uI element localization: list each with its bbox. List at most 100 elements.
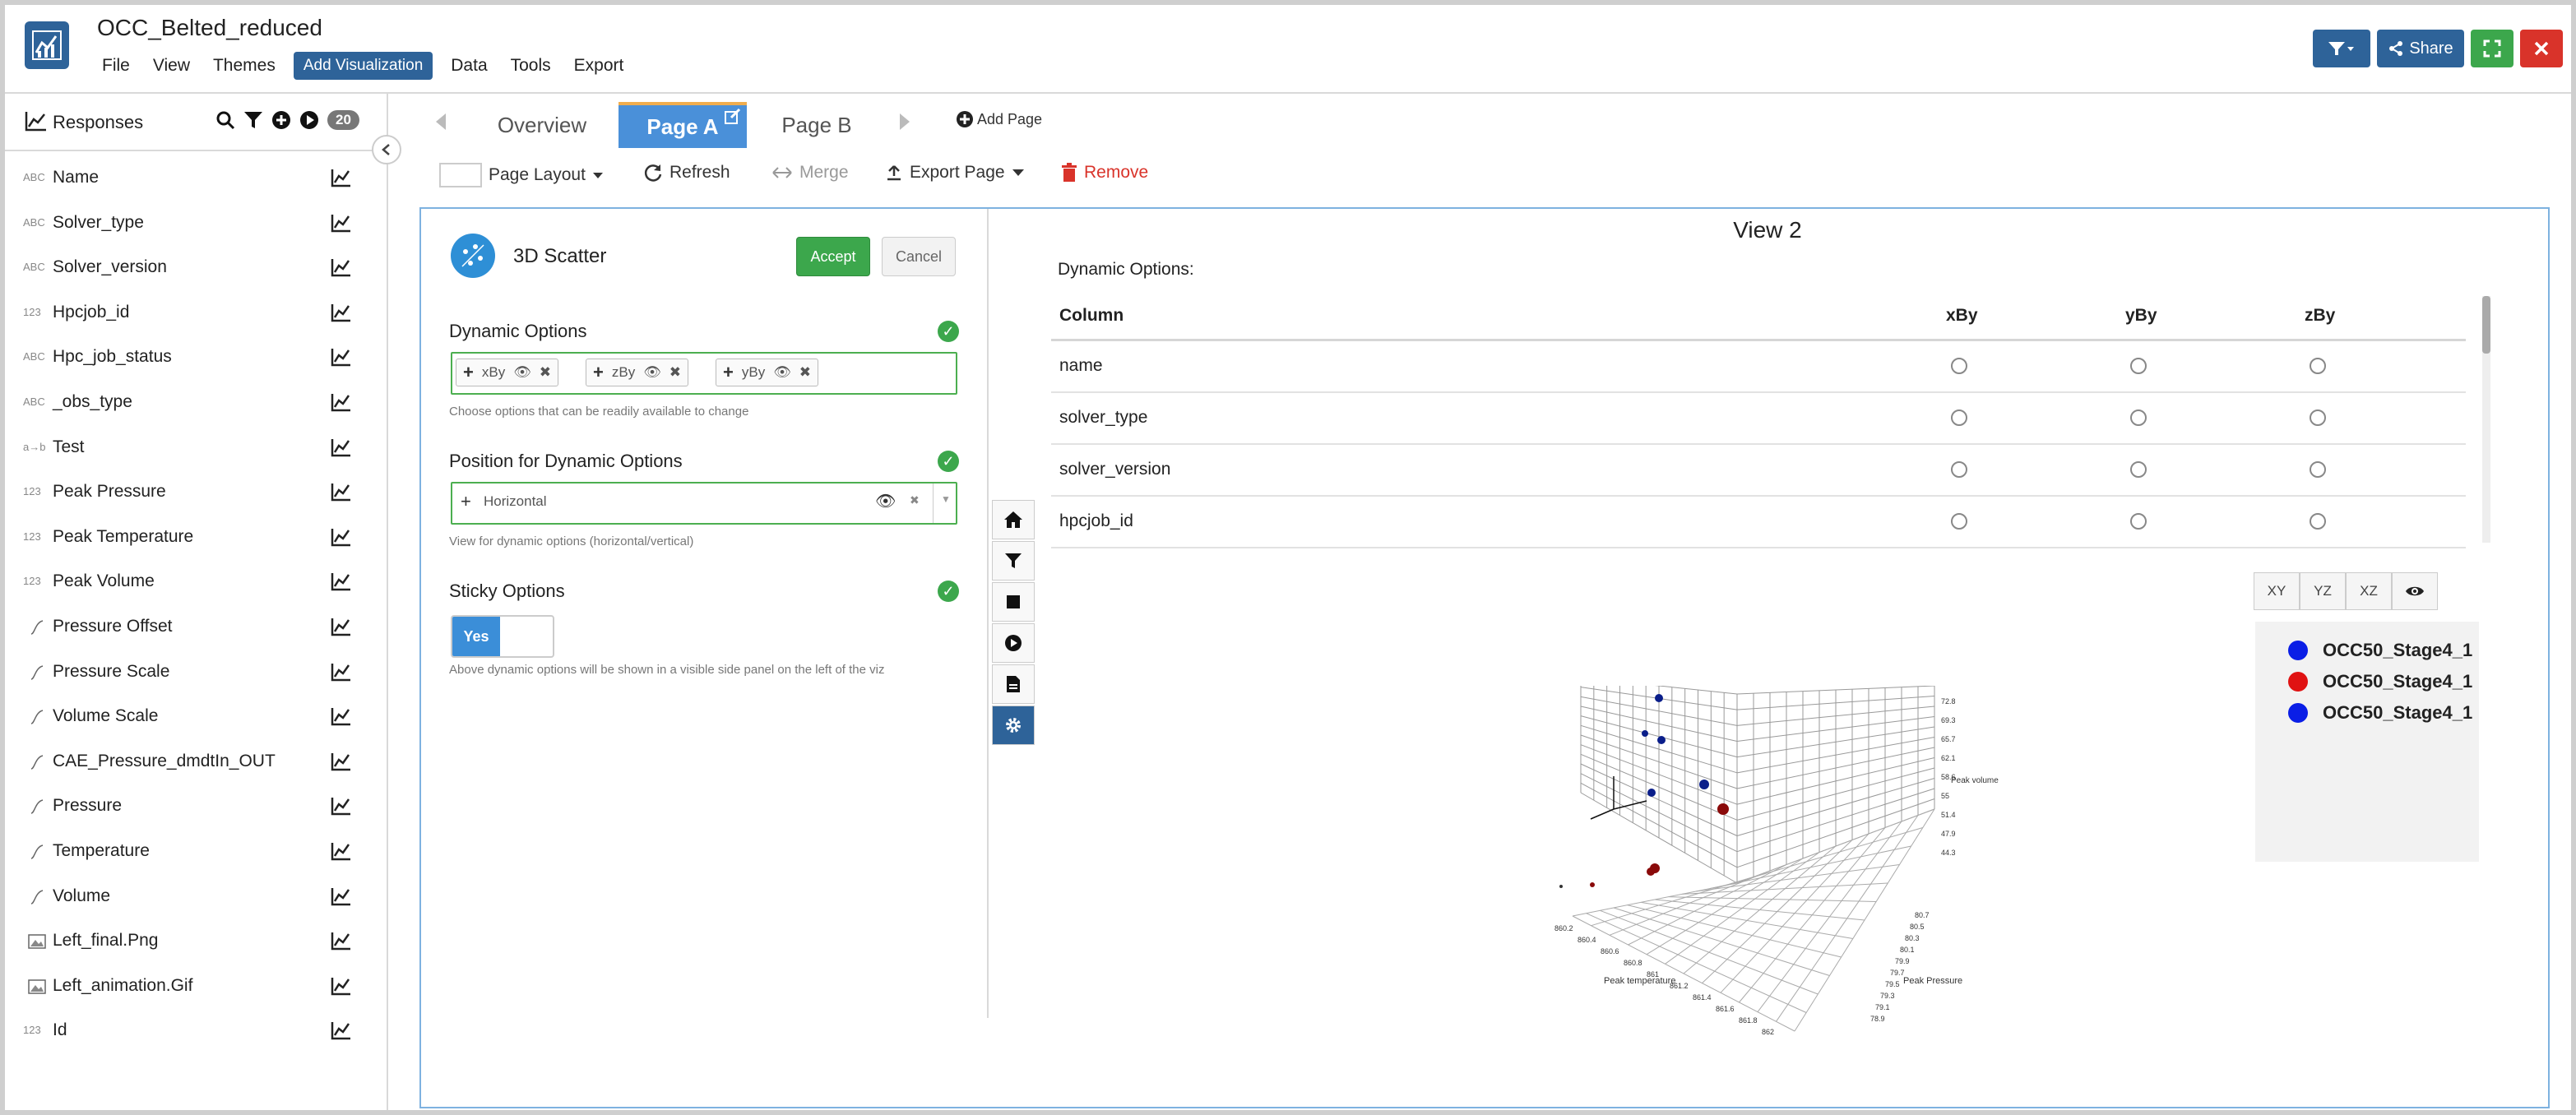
add-page-button[interactable]: Add Page xyxy=(956,110,1042,128)
sidebar-item[interactable]: 123 Id xyxy=(5,1009,387,1054)
menu-export[interactable]: Export xyxy=(563,51,636,81)
tab-page-a[interactable]: Page A xyxy=(619,102,747,148)
chip-xby[interactable]: + xBy 👁 ✖ xyxy=(456,359,559,386)
sidebar-item[interactable]: Pressure Scale xyxy=(5,650,387,696)
sticky-options-toggle[interactable]: Yes xyxy=(451,615,554,658)
radio-xby[interactable] xyxy=(1951,409,1967,426)
refresh-button[interactable]: Refresh xyxy=(643,163,730,183)
chip-yby[interactable]: + yBy 👁 ✖ xyxy=(716,359,819,386)
radio-zby[interactable] xyxy=(2310,358,2326,374)
radio-yby[interactable] xyxy=(2130,409,2147,426)
dynamic-options-input[interactable]: + xBy 👁 ✖ + zBy 👁 ✖ + yBy 👁 ✖ xyxy=(451,352,957,395)
menu-themes[interactable]: Themes xyxy=(202,51,287,81)
position-select[interactable]: + Horizontal 👁 ✖ ▼ xyxy=(451,482,957,525)
scrollbar-thumb[interactable] xyxy=(2482,296,2490,354)
edit-icon[interactable] xyxy=(724,107,742,125)
data-point[interactable] xyxy=(1647,789,1656,797)
menu-file[interactable]: File xyxy=(97,51,141,81)
radio-xby[interactable] xyxy=(1951,513,1967,530)
search-icon[interactable] xyxy=(215,110,235,130)
sidebar-item[interactable]: Volume Scale xyxy=(5,695,387,740)
sidebar-item[interactable]: 123 Hpcjob_id xyxy=(5,291,387,336)
chip-zby[interactable]: + zBy 👁 ✖ xyxy=(586,359,689,386)
3d-scatter-canvas[interactable]: 72.869.365.762.158.65551.447.944.3860.28… xyxy=(1540,677,2000,1056)
data-point[interactable] xyxy=(1699,780,1709,789)
line-chart-icon[interactable] xyxy=(331,976,352,996)
line-chart-icon[interactable] xyxy=(331,213,352,233)
radio-yby[interactable] xyxy=(2130,513,2147,530)
tab-overview[interactable]: Overview xyxy=(467,102,617,148)
sidebar-item[interactable]: CAE_Pressure_dmdtIn_OUT xyxy=(5,740,387,785)
remove-chip-icon[interactable]: ✖ xyxy=(799,364,811,381)
merge-button[interactable]: Merge xyxy=(771,163,849,183)
remove-chip-icon[interactable]: ✖ xyxy=(540,364,551,381)
legend-item[interactable]: OCC50_Stage4_1 xyxy=(2288,702,2472,724)
xy-view-button[interactable]: XY xyxy=(2254,572,2300,610)
data-point[interactable] xyxy=(1642,730,1648,737)
line-chart-icon[interactable] xyxy=(331,1020,352,1040)
table-scrollbar[interactable] xyxy=(2482,296,2490,543)
sidebar-item[interactable]: Pressure Offset xyxy=(5,605,387,650)
sidebar-item[interactable]: 123 Peak Pressure xyxy=(5,470,387,516)
visibility-button[interactable] xyxy=(2392,572,2438,610)
filter-dropdown-button[interactable] xyxy=(2313,30,2370,67)
sidebar-item[interactable]: ABC Name xyxy=(5,156,387,201)
line-chart-icon[interactable] xyxy=(331,706,352,726)
line-chart-icon[interactable] xyxy=(331,617,352,636)
line-chart-icon[interactable] xyxy=(331,886,352,906)
add-circle-icon[interactable] xyxy=(271,110,291,130)
line-chart-icon[interactable] xyxy=(331,437,352,457)
tab-prev-arrow-icon[interactable] xyxy=(434,112,447,132)
radio-yby[interactable] xyxy=(2130,461,2147,478)
radio-zby[interactable] xyxy=(2310,513,2326,530)
line-chart-icon[interactable] xyxy=(331,796,352,816)
sidebar-item[interactable]: ABC Solver_type xyxy=(5,201,387,247)
xz-view-button[interactable]: XZ xyxy=(2346,572,2392,610)
chevron-down-icon[interactable]: ▼ xyxy=(941,493,951,505)
sidebar-item[interactable]: Left_animation.Gif xyxy=(5,965,387,1010)
data-point[interactable] xyxy=(1559,885,1563,888)
data-point[interactable] xyxy=(1717,803,1729,815)
play-circle-icon[interactable] xyxy=(299,110,319,130)
remove-chip-icon[interactable]: ✖ xyxy=(669,364,681,381)
clear-icon[interactable]: ✖ xyxy=(910,493,920,507)
data-point[interactable] xyxy=(1590,882,1595,887)
sidebar-item[interactable]: 123 Peak Volume xyxy=(5,560,387,605)
legend-item[interactable]: OCC50_Stage4_1 xyxy=(2288,640,2472,661)
line-chart-icon[interactable] xyxy=(331,303,352,322)
line-chart-icon[interactable] xyxy=(331,257,352,277)
sidebar-item[interactable]: Pressure xyxy=(5,784,387,830)
radio-zby[interactable] xyxy=(2310,461,2326,478)
remove-button[interactable]: Remove xyxy=(1061,163,1148,183)
line-chart-icon[interactable] xyxy=(331,931,352,951)
line-chart-icon[interactable] xyxy=(331,168,352,187)
eye-icon[interactable]: 👁 xyxy=(643,364,661,381)
accept-button[interactable]: Accept xyxy=(796,237,870,276)
menu-tools[interactable]: Tools xyxy=(499,51,563,81)
eye-icon[interactable]: 👁 xyxy=(773,364,791,381)
line-chart-icon[interactable] xyxy=(331,662,352,682)
sidebar-item[interactable]: 123 Peak Temperature xyxy=(5,516,387,561)
cancel-button[interactable]: Cancel xyxy=(882,237,956,276)
line-chart-icon[interactable] xyxy=(331,482,352,502)
page-layout-dropdown[interactable]: Page Layout xyxy=(439,163,604,187)
sidebar-item[interactable]: a→b Test xyxy=(5,426,387,471)
close-button[interactable] xyxy=(2520,30,2563,67)
legend-item[interactable]: OCC50_Stage4_1 xyxy=(2288,671,2472,692)
data-point[interactable] xyxy=(1657,736,1666,744)
line-chart-icon[interactable] xyxy=(331,841,352,861)
menu-view[interactable]: View xyxy=(141,51,202,81)
eye-icon[interactable]: 👁 xyxy=(875,491,896,511)
line-chart-icon[interactable] xyxy=(331,571,352,591)
fullscreen-button[interactable] xyxy=(2471,30,2513,67)
data-point[interactable] xyxy=(1647,867,1655,876)
tab-page-b[interactable]: Page B xyxy=(750,102,883,148)
radio-yby[interactable] xyxy=(2130,358,2147,374)
sidebar-item[interactable]: ABC _obs_type xyxy=(5,381,387,426)
filter-icon[interactable] xyxy=(243,110,263,130)
tab-next-arrow-icon[interactable] xyxy=(898,112,911,132)
radio-xby[interactable] xyxy=(1951,358,1967,374)
line-chart-icon[interactable] xyxy=(331,527,352,547)
3d-scatter-plot[interactable]: 72.8 69.3 65.7 62.1 58.6 55 51.4 47.9 44.3 860.2 8… xyxy=(1540,677,2000,1056)
eye-icon[interactable]: 👁 xyxy=(513,364,531,381)
